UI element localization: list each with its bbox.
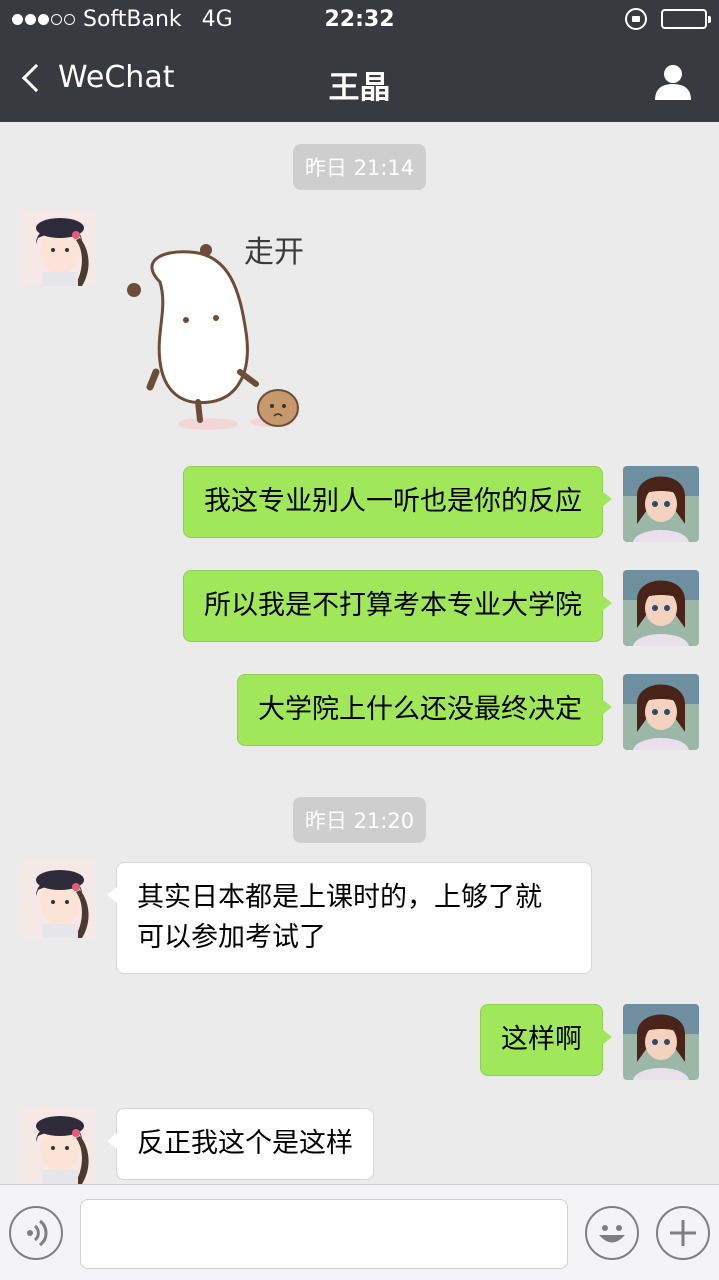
contact-avatar[interactable] [20, 1108, 96, 1184]
contact-avatar-image [20, 862, 96, 938]
my-avatar-image [623, 1004, 699, 1080]
sticker-message[interactable]: 走开 [120, 222, 320, 434]
emoji-icon [599, 1225, 625, 1243]
message-input[interactable] [80, 1199, 568, 1269]
input-bar [0, 1184, 719, 1280]
message-bubble-outgoing[interactable]: 我这专业别人一听也是你的反应 [183, 466, 612, 538]
chat-area[interactable]: 昨日 21:14 走开 我这专业别人一听也是你的反应 所以我是不打算考本专业大学… [0, 122, 719, 1184]
more-button[interactable] [656, 1206, 710, 1260]
message-bubble-outgoing[interactable]: 这样啊 [480, 1004, 612, 1076]
message-text-line: 其实日本都是上课时的，上够了就 [137, 882, 542, 913]
message-text: 反正我这个是这样 [137, 1128, 353, 1159]
message-text: 所以我是不打算考本专业大学院 [204, 590, 582, 621]
chat-title: 王晶 [328, 70, 391, 106]
status-right [625, 8, 711, 30]
timestamp: 昨日 21:14 [0, 144, 719, 190]
my-avatar-image [623, 466, 699, 542]
timestamp-label: 昨日 21:14 [292, 144, 427, 190]
status-time: 22:32 [324, 7, 395, 32]
my-avatar[interactable] [623, 570, 699, 646]
voice-icon [27, 1219, 48, 1247]
message-text: 大学院上什么还没最终决定 [258, 694, 582, 725]
message-text-line: 可以参加考试了 [137, 922, 326, 953]
message-bubble-incoming[interactable]: 其实日本都是上课时的，上够了就 可以参加考试了 [107, 862, 592, 974]
profile-button[interactable] [653, 62, 693, 102]
contact-avatar[interactable] [20, 862, 96, 938]
message-bubble-outgoing[interactable]: 所以我是不打算考本专业大学院 [183, 570, 612, 642]
timestamp: 昨日 21:20 [0, 797, 719, 843]
lock-rotation-icon [625, 8, 647, 30]
message-text: 我这专业别人一听也是你的反应 [204, 486, 582, 517]
contact-avatar[interactable] [20, 210, 96, 286]
message-text: 这样啊 [501, 1024, 582, 1055]
top-bar: SoftBank 4G 22:32 WeChat 王晶 [0, 0, 719, 122]
my-avatar[interactable] [623, 674, 699, 750]
person-icon [655, 65, 691, 100]
my-avatar-image [623, 570, 699, 646]
sticker-image: 走开 [127, 235, 304, 430]
message-bubble-incoming[interactable]: 反正我这个是这样 [107, 1108, 374, 1180]
sticker-text: 走开 [244, 235, 304, 270]
emoji-button[interactable] [585, 1206, 639, 1260]
navigation-bar: WeChat 王晶 [0, 40, 719, 122]
my-avatar[interactable] [623, 466, 699, 542]
voice-button[interactable] [9, 1206, 63, 1260]
message-bubble-outgoing[interactable]: 大学院上什么还没最终决定 [237, 674, 612, 746]
my-avatar[interactable] [623, 1004, 699, 1080]
timestamp-label: 昨日 21:20 [292, 797, 427, 843]
contact-avatar-image [20, 210, 96, 286]
status-bar: SoftBank 4G 22:32 [0, 0, 719, 40]
contact-avatar-image [20, 1108, 96, 1184]
my-avatar-image [623, 674, 699, 750]
plus-icon [670, 1220, 696, 1246]
battery-icon [661, 9, 711, 29]
